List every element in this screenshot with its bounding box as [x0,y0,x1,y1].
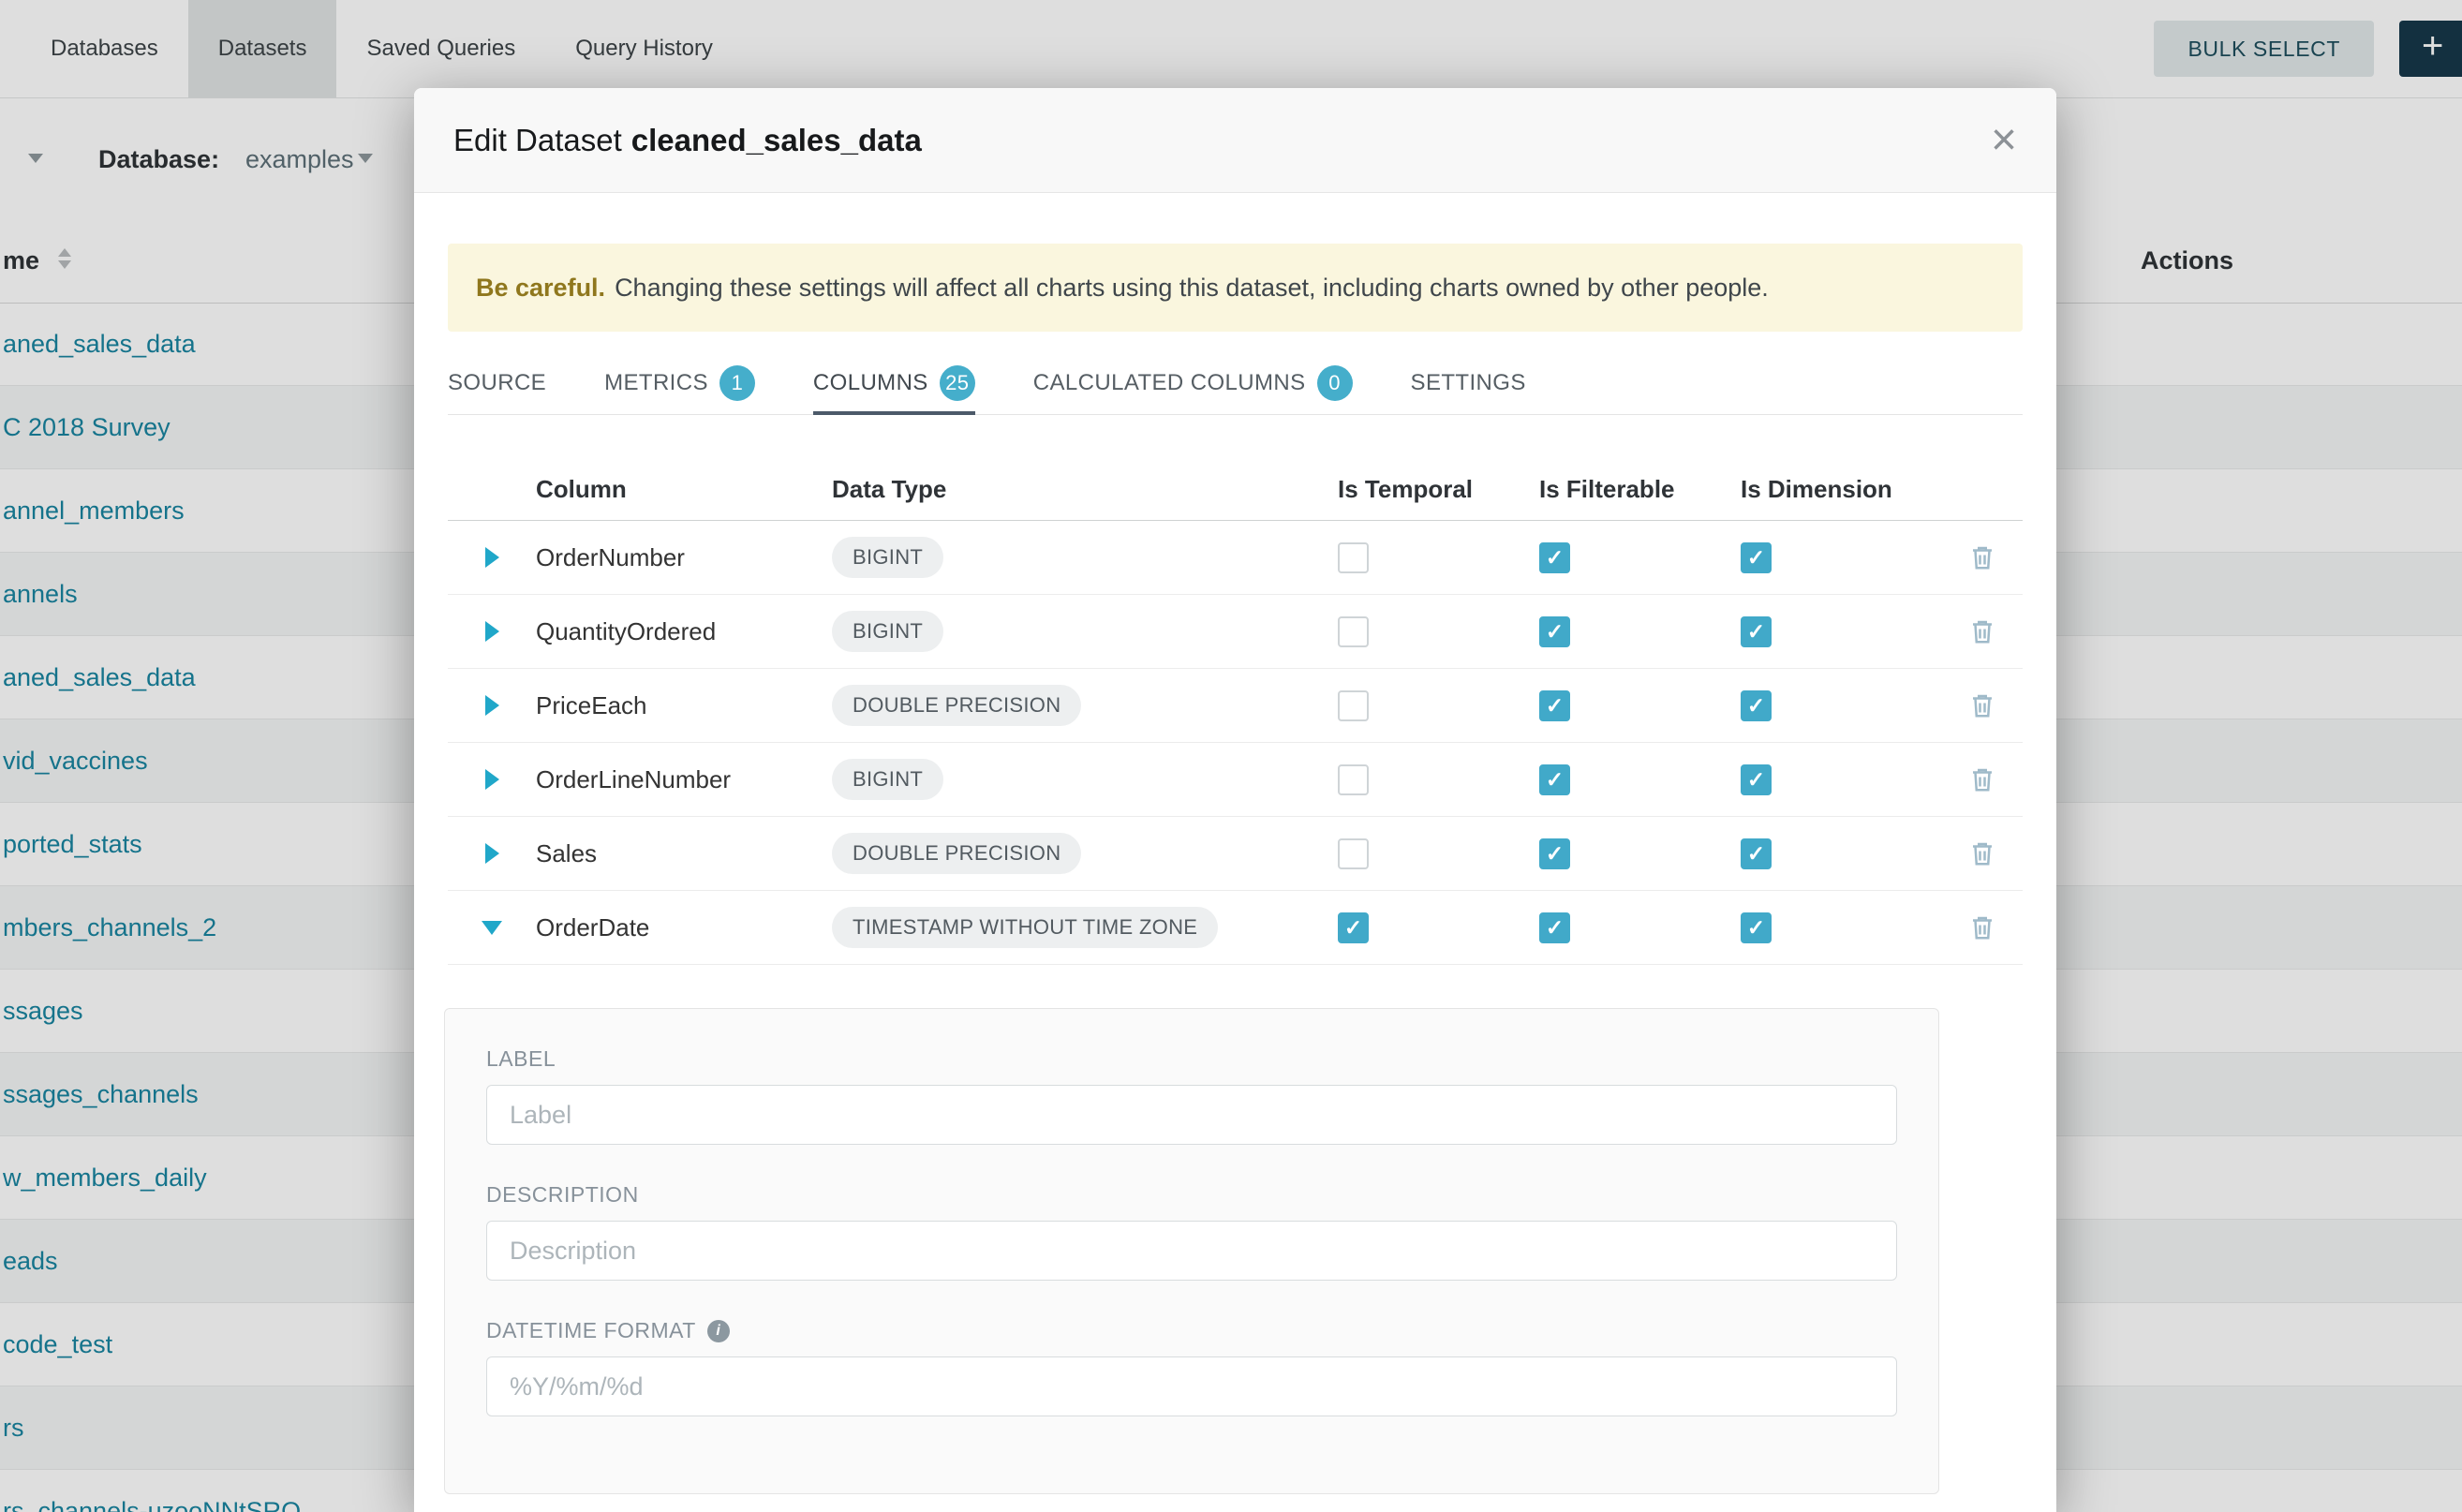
column-row: Sales DOUBLE PRECISION [448,817,2023,891]
tab-label: SETTINGS [1411,370,1526,396]
column-name: Sales [536,839,832,868]
data-type-pill: TIMESTAMP WITHOUT TIME ZONE [832,907,1218,948]
column-row: OrderDate TIMESTAMP WITHOUT TIME ZONE [448,891,2023,965]
warning-banner-bold: Be careful. [476,274,605,303]
is-filterable-checkbox[interactable] [1539,764,1570,795]
expand-caret-icon[interactable] [485,621,499,642]
is-temporal-checkbox[interactable] [1338,838,1369,869]
description-field: DESCRIPTION [486,1182,1897,1281]
is-temporal-header: Is Temporal [1338,475,1539,504]
is-dimension-header: Is Dimension [1741,475,1942,504]
description-input[interactable] [486,1221,1897,1281]
datetime-format-field-label: DATETIME FORMAT [486,1318,696,1343]
delete-icon[interactable] [1968,765,1996,793]
edit-dataset-modal: Edit Dataset cleaned_sales_data × Be care… [414,88,2056,1512]
modal-body: Be careful. Changing these settings will… [414,193,2056,1494]
delete-icon[interactable] [1968,617,1996,645]
tab-source[interactable]: SOURCE [448,352,546,414]
column-name: PriceEach [536,691,832,720]
columns-table: Column Data Type Is Temporal Is Filterab… [448,458,2023,965]
is-filterable-checkbox[interactable] [1539,838,1570,869]
column-row: OrderNumber BIGINT [448,521,2023,595]
is-dimension-checkbox[interactable] [1741,912,1772,943]
description-field-label: DESCRIPTION [486,1182,1897,1208]
data-type-pill: BIGINT [832,759,943,800]
expand-caret-icon[interactable] [485,769,499,790]
count-badge: 1 [719,365,755,401]
is-dimension-checkbox[interactable] [1741,542,1772,573]
expand-caret-icon[interactable] [485,843,499,864]
is-filterable-header: Is Filterable [1539,475,1741,504]
is-temporal-checkbox[interactable] [1338,616,1369,647]
expand-caret-icon[interactable] [482,921,502,935]
column-name: QuantityOrdered [536,617,832,646]
tab-label: METRICS [604,370,708,396]
is-filterable-checkbox[interactable] [1539,912,1570,943]
tab-label: SOURCE [448,370,546,396]
is-filterable-checkbox[interactable] [1539,616,1570,647]
modal-header: Edit Dataset cleaned_sales_data × [414,88,2056,193]
column-name: OrderNumber [536,543,832,572]
expand-caret-icon[interactable] [485,695,499,716]
modal-title-dataset-name: cleaned_sales_data [631,123,922,157]
columns-table-header: Column Data Type Is Temporal Is Filterab… [448,458,2023,521]
is-dimension-checkbox[interactable] [1741,690,1772,721]
is-dimension-checkbox[interactable] [1741,838,1772,869]
tab-label: COLUMNS [813,370,928,396]
is-filterable-checkbox[interactable] [1539,542,1570,573]
delete-icon[interactable] [1968,913,1996,941]
modal-title: Edit Dataset cleaned_sales_data [453,123,922,158]
is-temporal-checkbox[interactable] [1338,690,1369,721]
count-badge: 25 [940,365,975,401]
column-row: OrderLineNumber BIGINT [448,743,2023,817]
warning-banner-text: Changing these settings will affect all … [615,274,1769,303]
is-temporal-checkbox[interactable] [1338,912,1369,943]
is-dimension-checkbox[interactable] [1741,764,1772,795]
expand-caret-icon[interactable] [485,547,499,568]
delete-icon[interactable] [1968,839,1996,867]
is-filterable-checkbox[interactable] [1539,690,1570,721]
tab-columns[interactable]: COLUMNS 25 [813,352,975,414]
modal-title-prefix: Edit Dataset [453,123,622,157]
tab-settings[interactable]: SETTINGS [1411,352,1526,414]
label-field-label: LABEL [486,1046,1897,1072]
label-input[interactable] [486,1085,1897,1145]
datetime-format-input[interactable] [486,1356,1897,1416]
column-row: PriceEach DOUBLE PRECISION [448,669,2023,743]
is-temporal-checkbox[interactable] [1338,542,1369,573]
tab-metrics[interactable]: METRICS 1 [604,352,755,414]
data-type-pill: DOUBLE PRECISION [832,685,1081,726]
column-name: OrderLineNumber [536,765,832,794]
column-name: OrderDate [536,913,832,942]
count-badge: 0 [1317,365,1353,401]
warning-banner: Be careful. Changing these settings will… [448,244,2023,332]
delete-icon[interactable] [1968,543,1996,571]
data-type-pill: BIGINT [832,611,943,652]
tab-calculated-columns[interactable]: CALCULATED COLUMNS 0 [1033,352,1353,414]
label-field: LABEL [486,1046,1897,1145]
column-row: QuantityOrdered BIGINT [448,595,2023,669]
modal-tabs: SOURCE METRICS 1 COLUMNS 25 CALCULATED C… [448,352,2023,415]
info-icon[interactable] [707,1320,730,1342]
column-header: Column [536,475,832,504]
data-type-pill: BIGINT [832,537,943,578]
is-dimension-checkbox[interactable] [1741,616,1772,647]
close-icon[interactable]: × [1991,118,2017,163]
tab-label: CALCULATED COLUMNS [1033,370,1306,396]
delete-icon[interactable] [1968,691,1996,719]
data-type-pill: DOUBLE PRECISION [832,833,1081,874]
datetime-format-field: DATETIME FORMAT [486,1318,1897,1416]
column-detail-editor: LABEL DESCRIPTION DATETIME FORMAT [444,1008,1939,1494]
is-temporal-checkbox[interactable] [1338,764,1369,795]
screen: Databases Datasets Saved Queries Query H… [0,0,2462,1512]
data-type-header: Data Type [832,475,1338,504]
